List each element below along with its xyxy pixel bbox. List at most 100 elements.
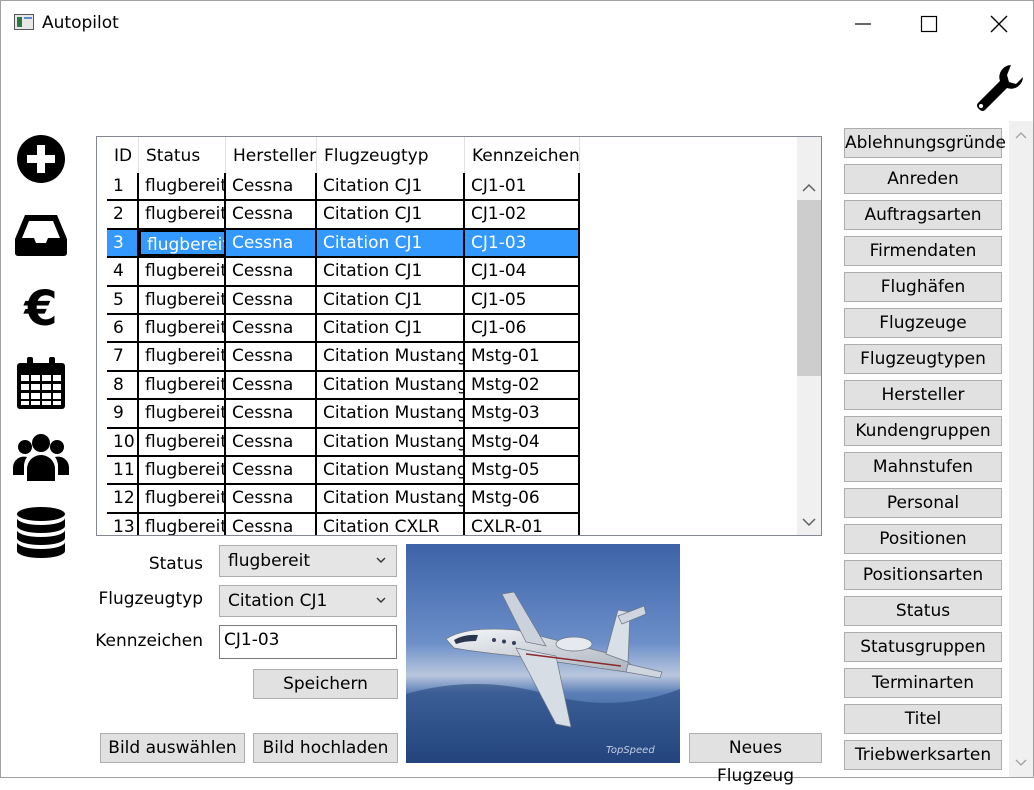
menu-button[interactable]: Statusgruppen — [844, 632, 1002, 662]
table-cell[interactable]: CJ1-03 — [465, 229, 580, 257]
table-cell[interactable]: Mstg-01 — [465, 343, 580, 370]
table-cell[interactable]: 9 — [107, 400, 139, 427]
table-cell[interactable]: CJ1-06 — [465, 314, 580, 342]
menu-button[interactable]: Flughäfen — [844, 272, 1002, 302]
upload-image-button[interactable]: Bild hochladen — [253, 733, 398, 763]
table-row[interactable]: 13 flugbereit Cessna Citation CXLR CXLR-01 — [107, 513, 580, 535]
table-cell[interactable]: 12 — [107, 485, 139, 512]
table-cell[interactable]: 1 — [107, 173, 139, 200]
table-cell[interactable]: Cessna — [226, 173, 317, 200]
menu-button[interactable]: Personal — [844, 488, 1002, 518]
menu-button[interactable]: Anreden — [844, 164, 1002, 194]
menu-button[interactable]: Positionen — [844, 524, 1002, 554]
scroll-up-icon[interactable] — [802, 183, 816, 193]
table-cell[interactable]: Cessna — [226, 371, 317, 399]
users-icon[interactable] — [13, 429, 69, 485]
table-cell[interactable]: 3 — [107, 229, 139, 257]
table-cell[interactable]: 4 — [107, 258, 139, 285]
table-cell[interactable]: Mstg-06 — [465, 485, 580, 512]
table-cell[interactable]: Cessna — [226, 201, 317, 228]
table-cell[interactable]: flugbereit — [139, 343, 226, 370]
menu-button[interactable]: Auftragsarten — [844, 200, 1002, 230]
table-row[interactable]: 1 flugbereit Cessna Citation CJ1 CJ1-01 — [107, 173, 580, 202]
table-row[interactable]: 4 flugbereit Cessna Citation CJ1 CJ1-04 — [107, 258, 580, 287]
table-row[interactable]: 2 flugbereit Cessna Citation CJ1 CJ1-02 — [107, 201, 580, 230]
table-cell[interactable]: CJ1-01 — [465, 173, 580, 200]
table-cell[interactable]: Citation CJ1 — [317, 286, 465, 313]
table-cell[interactable]: 6 — [107, 314, 139, 342]
calendar-icon[interactable] — [13, 355, 69, 411]
menu-button[interactable]: Positionsarten — [844, 560, 1002, 590]
table-cell[interactable]: flugbereit — [139, 201, 226, 228]
table-row[interactable]: 3 flugbereit Cessna Citation CJ1 CJ1-03 — [107, 229, 580, 259]
scroll-thumb[interactable] — [797, 200, 821, 376]
table-cell[interactable]: Citation Mustang — [317, 400, 465, 427]
table-cell[interactable]: flugbereit — [139, 258, 226, 285]
registration-input[interactable]: CJ1-03 — [219, 625, 397, 659]
status-combo[interactable]: flugbereit — [219, 545, 397, 577]
euro-icon[interactable]: € — [13, 279, 69, 335]
table-cell[interactable]: flugbereit — [139, 314, 226, 342]
table-cell[interactable]: Mstg-03 — [465, 400, 580, 427]
inbox-icon[interactable] — [13, 205, 69, 261]
table-row[interactable]: 10 flugbereit Cessna Citation Mustang Mstg-0… — [107, 428, 580, 457]
table-cell[interactable]: Citation CJ1 — [317, 229, 465, 257]
table-cell[interactable]: CJ1-02 — [465, 201, 580, 228]
menu-button[interactable]: Flugzeugtypen — [844, 344, 1002, 374]
maximize-button[interactable] — [909, 9, 949, 39]
table-cell[interactable]: Citation Mustang — [317, 428, 465, 455]
table-cell[interactable]: Cessna — [226, 428, 317, 455]
table-cell[interactable]: flugbereit — [139, 286, 226, 313]
table-cell[interactable]: Citation Mustang — [317, 456, 465, 484]
column-header[interactable]: Kennzeichen — [465, 137, 580, 173]
menu-button[interactable]: Mahnstufen — [844, 452, 1002, 482]
table-row[interactable]: 12 flugbereit Cessna Citation Mustang Mstg-0… — [107, 485, 580, 514]
type-combo[interactable]: Citation CJ1 — [219, 585, 397, 617]
column-header[interactable]: ID — [107, 137, 139, 173]
column-header[interactable]: Hersteller — [226, 137, 317, 173]
menu-button[interactable]: Hersteller — [844, 380, 1002, 410]
table-cell[interactable]: Cessna — [226, 456, 317, 484]
table-row[interactable]: 7 flugbereit Cessna Citation Mustang Mstg-01 — [107, 343, 580, 372]
table-cell[interactable]: Mstg-05 — [465, 456, 580, 484]
wrench-icon[interactable] — [971, 59, 1027, 115]
table-cell[interactable]: Mstg-02 — [465, 371, 580, 399]
table-row[interactable]: 5 flugbereit Cessna Citation CJ1 CJ1-05 — [107, 286, 580, 315]
table-cell[interactable]: CJ1-04 — [465, 258, 580, 285]
table-cell[interactable]: Cessna — [226, 286, 317, 313]
table-cell[interactable]: Cessna — [226, 314, 317, 342]
table-cell[interactable]: flugbereit — [139, 229, 226, 257]
table-cell[interactable]: Cessna — [226, 400, 317, 427]
add-icon[interactable] — [13, 131, 69, 187]
grid-scrollbar[interactable] — [797, 137, 821, 535]
table-row[interactable]: 6 flugbereit Cessna Citation CJ1 CJ1-06 — [107, 314, 580, 344]
column-header[interactable]: Flugzeugtyp — [317, 137, 465, 173]
menu-button[interactable]: Status — [844, 596, 1002, 626]
menu-button[interactable]: Triebwerksarten — [844, 740, 1002, 770]
table-cell[interactable]: flugbereit — [139, 485, 226, 512]
menu-button[interactable]: Flugzeuge — [844, 308, 1002, 338]
table-row[interactable]: 8 flugbereit Cessna Citation Mustang Mstg-02 — [107, 371, 580, 401]
column-header[interactable]: Status — [139, 137, 226, 173]
table-cell[interactable]: Cessna — [226, 229, 317, 257]
table-cell[interactable]: 13 — [107, 513, 139, 535]
table-cell[interactable]: CXLR-01 — [465, 513, 580, 535]
table-cell[interactable]: 8 — [107, 371, 139, 399]
save-button[interactable]: Speichern — [253, 669, 398, 699]
table-cell[interactable]: 10 — [107, 428, 139, 455]
close-button[interactable] — [979, 9, 1019, 39]
table-cell[interactable]: Citation CJ1 — [317, 173, 465, 200]
menu-scrollbar[interactable] — [1009, 121, 1033, 777]
menu-button[interactable]: Kundengruppen — [844, 416, 1002, 446]
aircraft-grid[interactable]: ID Status Hersteller Flugzeugtyp Kennzei… — [96, 136, 822, 536]
menu-button[interactable]: Titel — [844, 704, 1002, 734]
menu-button[interactable]: Ablehnungsgründe — [844, 128, 1006, 158]
table-cell[interactable]: flugbereit — [139, 371, 226, 399]
table-cell[interactable]: Citation Mustang — [317, 485, 465, 512]
table-cell[interactable]: Cessna — [226, 513, 317, 535]
table-cell[interactable]: 2 — [107, 201, 139, 228]
table-cell[interactable]: Citation Mustang — [317, 371, 465, 399]
new-aircraft-button[interactable]: Neues Flugzeug — [689, 733, 822, 786]
table-cell[interactable]: flugbereit — [139, 456, 226, 484]
table-cell[interactable]: Mstg-04 — [465, 428, 580, 455]
